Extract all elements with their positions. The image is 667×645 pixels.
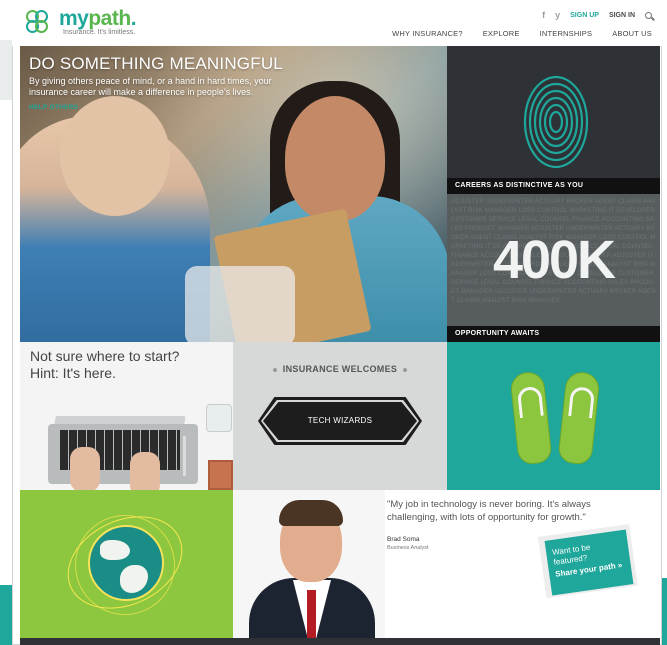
globe-tile[interactable]: [20, 490, 233, 638]
opportunity-tile[interactable]: ADJUSTER UNDERWRITER ACTUARY BROKER AGEN…: [447, 194, 660, 342]
nav-why-insurance[interactable]: WHY INSURANCE?: [392, 29, 463, 38]
flip-flop-icon: [557, 370, 601, 466]
hero-banner[interactable]: DO SOMETHING MEANINGFUL By giving others…: [20, 46, 447, 342]
glass-image: [206, 404, 232, 432]
fingerprint-icon: [523, 75, 589, 169]
search-icon[interactable]: [645, 11, 652, 19]
twitter-icon[interactable]: y: [555, 10, 560, 20]
tech-wizards-button[interactable]: TECH WIZARDS: [263, 402, 417, 440]
hand-image: [70, 447, 100, 490]
testimonial-name: Brad Soma: [387, 536, 420, 543]
bag-image: [185, 266, 295, 342]
mypath-logo[interactable]: mypath. Insurance. It's limitless.: [26, 7, 137, 37]
sandals-tile[interactable]: [447, 342, 660, 490]
hand-image: [130, 452, 160, 490]
testimonial-tile: "My job in technology is never boring. I…: [233, 490, 660, 638]
utility-bar: f y SIGN UP SIGN IN: [542, 10, 652, 20]
flip-flop-icon: [509, 370, 553, 466]
where-to-start-tile[interactable]: Not sure where to start? Hint: It's here…: [20, 342, 233, 490]
pen-image: [183, 436, 186, 476]
sign-up-link[interactable]: SIGN UP: [570, 12, 599, 19]
footer-bar: [20, 638, 660, 645]
testimonial-role: Business Analyst: [387, 545, 429, 551]
hero-title: DO SOMETHING MEANINGFUL: [29, 54, 283, 73]
testimonial-photo: [233, 490, 385, 638]
sign-in-link[interactable]: SIGN IN: [609, 12, 635, 19]
nav-explore[interactable]: EXPLORE: [483, 29, 520, 38]
nav-internships[interactable]: INTERNSHIPS: [540, 29, 593, 38]
logo-tagline: Insurance. It's limitless.: [63, 29, 136, 36]
share-your-path-card[interactable]: Want to be featured? Share your path »: [537, 524, 638, 599]
customer-head: [60, 96, 170, 216]
testimonial-quote: "My job in technology is never boring. I…: [387, 499, 591, 523]
insurance-welcomes-tile: INSURANCE WELCOMES TECH WIZARDS: [233, 342, 447, 490]
careers-tile[interactable]: CAREERS AS DISTINCTIVE AS YOU: [447, 46, 660, 194]
nav-about-us[interactable]: ABOUT US: [612, 29, 652, 38]
help-others-link[interactable]: HELP OTHERS: [29, 104, 294, 111]
site-header: mypath. Insurance. It's limitless. f y S…: [12, 4, 662, 46]
hero-text-block: DO SOMETHING MEANINGFUL By giving others…: [29, 54, 294, 111]
agent-head: [285, 96, 385, 221]
logo-wordmark: mypath.: [59, 7, 137, 30]
main-nav: WHY INSURANCE? EXPLORE INTERNSHIPS ABOUT…: [392, 29, 652, 38]
photo-frame-image: [208, 460, 233, 490]
big-number: 400K: [492, 230, 616, 290]
logo-rings-icon: [26, 10, 56, 36]
hero-subtitle: By giving others peace of mind, or a han…: [29, 76, 272, 97]
facebook-icon[interactable]: f: [542, 10, 545, 20]
opportunity-caption: OPPORTUNITY AWAITS: [447, 326, 660, 342]
start-heading: Not sure where to start? Hint: It's here…: [30, 348, 180, 381]
laptop-image: [54, 416, 186, 424]
careers-caption: CAREERS AS DISTINCTIVE AS YOU: [447, 178, 660, 194]
share-your-path-button[interactable]: Want to be featured? Share your path »: [544, 529, 634, 596]
welcomes-heading: INSURANCE WELCOMES: [233, 364, 447, 374]
